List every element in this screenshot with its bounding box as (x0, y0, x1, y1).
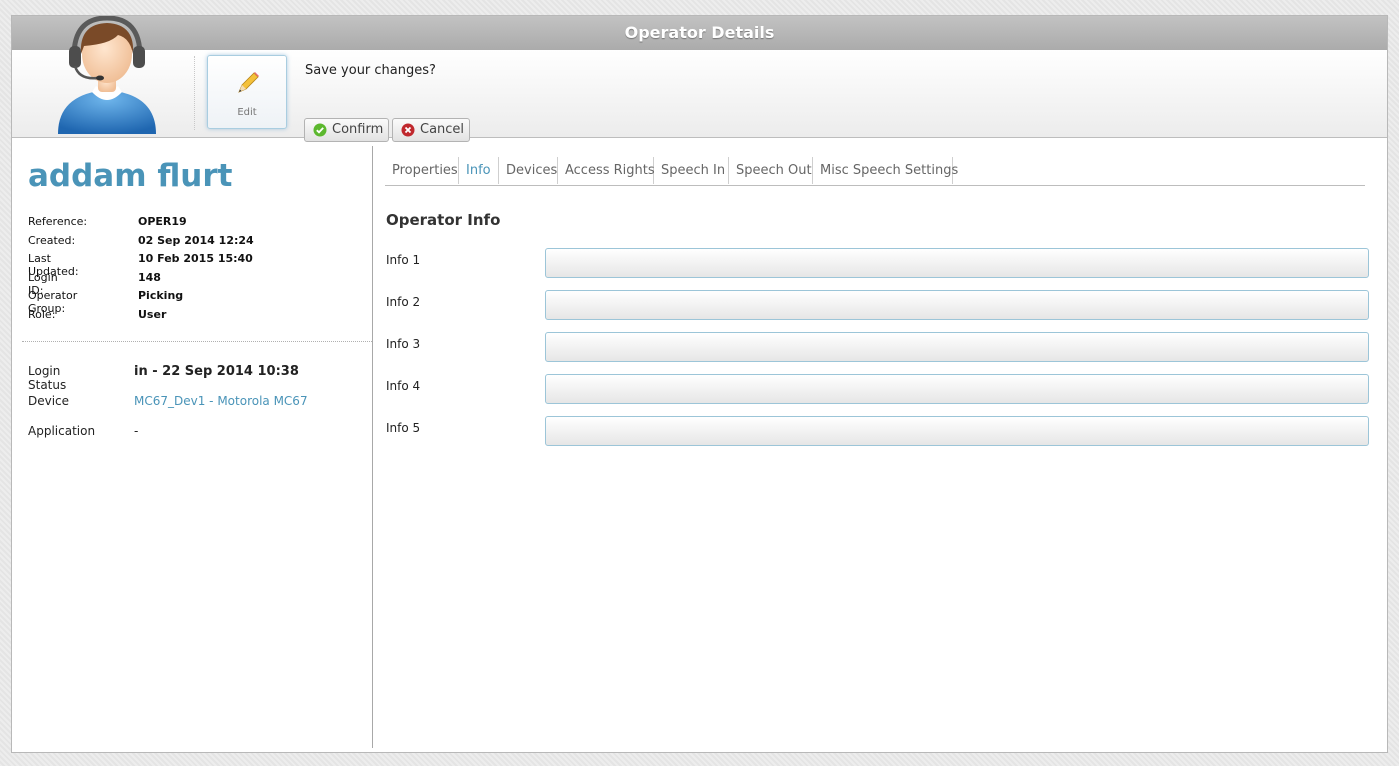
info-5-input[interactable] (545, 416, 1369, 446)
device-link[interactable]: MC67_Dev1 - Motorola MC67 (134, 394, 308, 408)
edit-button-label: Edit (237, 107, 257, 118)
section-title: Operator Info (386, 211, 501, 229)
cancel-circle-icon (401, 123, 415, 137)
tab-speech-in[interactable]: Speech In (654, 157, 729, 184)
field-label: Info 2 (386, 295, 421, 309)
operator-summary-panel: addam flurt Reference: OPER19 Created: 0… (12, 138, 372, 753)
field-row-info-4: Info 4 (385, 374, 1370, 404)
section-divider (22, 341, 372, 342)
application-value: - (134, 424, 139, 438)
detail-value: OPER19 (138, 215, 187, 228)
detail-value: Picking (138, 289, 184, 303)
window-title: Operator Details (12, 16, 1387, 50)
status-label: Login Status (28, 364, 67, 392)
tab-info[interactable]: Info (459, 157, 499, 184)
panel-splitter (372, 146, 373, 748)
detail-label: Role: (28, 307, 56, 321)
field-label: Info 5 (386, 421, 421, 435)
field-label: Info 3 (386, 337, 421, 351)
info-1-input[interactable] (545, 248, 1369, 278)
confirm-button-label: Confirm (332, 122, 384, 137)
tab-devices[interactable]: Devices (499, 157, 558, 184)
detail-label: Created: (28, 233, 76, 247)
field-row-info-5: Info 5 (385, 416, 1370, 446)
edit-button[interactable]: Edit (207, 55, 287, 129)
info-4-input[interactable] (545, 374, 1369, 404)
info-panel: Properties Info Devices Access Rights Sp… (385, 156, 1375, 746)
field-label: Info 1 (386, 253, 421, 267)
tab-access-rights[interactable]: Access Rights (558, 157, 655, 184)
tab-properties[interactable]: Properties (385, 157, 459, 184)
detail-value: 10 Feb 2015 15:40 (138, 252, 253, 266)
operator-name: addam flurt (28, 158, 233, 194)
status-label: Device (28, 394, 70, 408)
save-prompt: Save your changes? (305, 63, 436, 78)
info-2-input[interactable] (545, 290, 1369, 320)
field-label: Info 4 (386, 379, 421, 393)
cancel-button[interactable]: Cancel (392, 118, 470, 142)
status-label: Application (28, 424, 96, 438)
detail-value: 148 (138, 270, 161, 284)
tab-speech-out[interactable]: Speech Out (729, 157, 813, 184)
tab-misc-speech-settings[interactable]: Misc Speech Settings (813, 157, 958, 184)
detail-label: Reference: (28, 215, 88, 228)
field-row-info-3: Info 3 (385, 332, 1370, 362)
field-row-info-1: Info 1 (385, 248, 1370, 278)
cancel-button-label: Cancel (420, 122, 465, 137)
header-toolbar: Edit Save your changes? Confirm Cancel (12, 16, 1387, 142)
check-circle-icon (313, 123, 327, 137)
header-divider (194, 56, 196, 130)
detail-value: User (138, 307, 167, 321)
login-status-value: in - 22 Sep 2014 10:38 (134, 364, 299, 379)
operator-details-window: Operator Details Edit Save your changes?… (11, 15, 1388, 753)
info-3-input[interactable] (545, 332, 1369, 362)
operator-avatar-icon (58, 16, 156, 134)
tab-bar: Properties Info Devices Access Rights Sp… (385, 157, 1365, 186)
field-row-info-2: Info 2 (385, 290, 1370, 320)
pencil-icon (238, 72, 259, 93)
detail-value: 02 Sep 2014 12:24 (138, 233, 254, 247)
